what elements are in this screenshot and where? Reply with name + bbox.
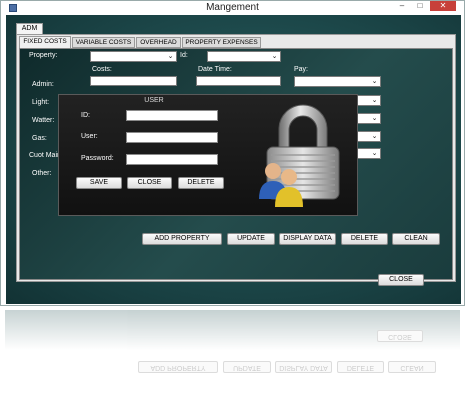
chevron-down-icon: ⌄ xyxy=(371,115,378,122)
pay-label: Pay: xyxy=(294,66,309,73)
admin-cost-input[interactable] xyxy=(90,76,177,86)
title-bar: Mangement – □ ✕ xyxy=(1,1,464,15)
tab-fixed-costs[interactable]: FIXED COSTS xyxy=(19,36,71,48)
water-label: Watter: xyxy=(32,117,55,124)
admin-datetime-input[interactable] xyxy=(196,76,281,86)
user-name-label: User: xyxy=(81,133,98,140)
user-dialog-title: USER xyxy=(144,97,164,104)
gas-label: Gas: xyxy=(32,135,47,142)
tab-property-expenses[interactable]: PROPERTY EXPENSES xyxy=(182,37,261,48)
display-data-button[interactable]: DISPLAY DATA xyxy=(279,233,336,245)
chevron-down-icon: ⌄ xyxy=(371,78,378,85)
tab-overhead[interactable]: OVERHEAD xyxy=(136,37,181,48)
tab-variable-costs[interactable]: VARIABLE COSTS xyxy=(72,37,135,48)
other-label: Other: xyxy=(32,170,52,177)
admin-pay-select[interactable]: ⌄ xyxy=(294,76,381,87)
user-id-input[interactable] xyxy=(126,110,218,121)
user-dialog: USER ID: User: Password: SAVE CLOSE DELE… xyxy=(58,94,358,216)
chevron-down-icon: ⌄ xyxy=(167,53,174,60)
id-label: Id: xyxy=(180,52,188,59)
maximize-icon[interactable]: □ xyxy=(412,1,428,11)
update-button[interactable]: UPDATE xyxy=(227,233,275,245)
reflection-add-property: ADD PROPERTY xyxy=(138,361,218,373)
admin-label: Admin: xyxy=(32,81,54,88)
light-label: Light: xyxy=(32,99,50,106)
lock-users-icon xyxy=(259,104,340,207)
save-button[interactable]: SAVE xyxy=(76,177,122,189)
minimize-icon[interactable]: – xyxy=(394,1,410,11)
chevron-down-icon: ⌄ xyxy=(371,97,378,104)
user-id-label: ID: xyxy=(81,112,90,119)
password-label: Password: xyxy=(81,155,114,162)
datetime-label: Date Time: xyxy=(198,66,232,73)
window-reflection: CLOSE ADD PROPERTY UPDATE DISPLAY DATA D… xyxy=(0,310,465,412)
id-select[interactable]: ⌄ xyxy=(207,51,281,62)
delete-button[interactable]: DELETE xyxy=(341,233,388,245)
close-button[interactable]: CLOSE xyxy=(378,274,424,286)
reflection-clean: CLEAN xyxy=(388,361,436,373)
property-select[interactable]: ⌄ xyxy=(90,51,177,62)
user-delete-button[interactable]: DELETE xyxy=(178,177,224,189)
reflection-delete: DELETE xyxy=(337,361,384,373)
reflection-close: CLOSE xyxy=(377,330,423,342)
property-label: Property: xyxy=(29,52,58,59)
reflection-display-data: DISPLAY DATA xyxy=(275,361,332,373)
clean-button[interactable]: CLEAN xyxy=(392,233,440,245)
reflection-update: UPDATE xyxy=(223,361,271,373)
tab-adm[interactable]: ADM xyxy=(16,23,43,34)
chevron-down-icon: ⌄ xyxy=(271,53,278,60)
chevron-down-icon: ⌄ xyxy=(371,150,378,157)
password-input[interactable] xyxy=(126,154,218,165)
add-property-button[interactable]: ADD PROPERTY xyxy=(142,233,222,245)
costs-label: Costs: xyxy=(92,66,112,73)
close-icon[interactable]: ✕ xyxy=(430,1,456,11)
user-close-button[interactable]: CLOSE xyxy=(127,177,172,189)
chevron-down-icon: ⌄ xyxy=(371,133,378,140)
user-name-input[interactable] xyxy=(126,132,218,143)
